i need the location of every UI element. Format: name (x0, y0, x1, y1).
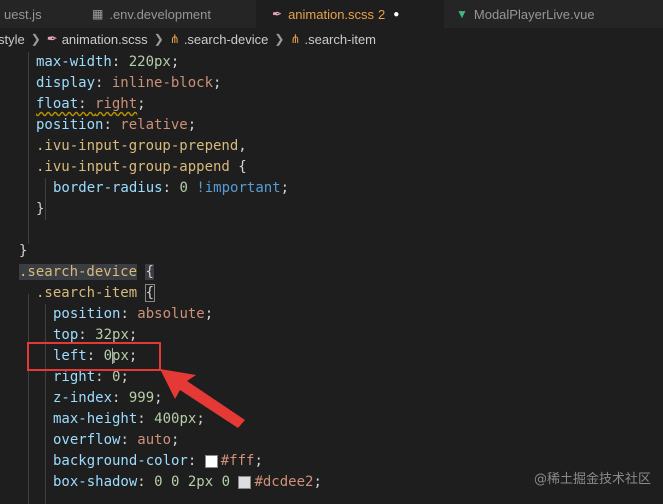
watermark: @稀土掘金技术社区 (534, 468, 651, 487)
annotation-arrow-icon (160, 369, 245, 428)
watermark-text: @稀土掘金技术社区 (533, 472, 651, 487)
